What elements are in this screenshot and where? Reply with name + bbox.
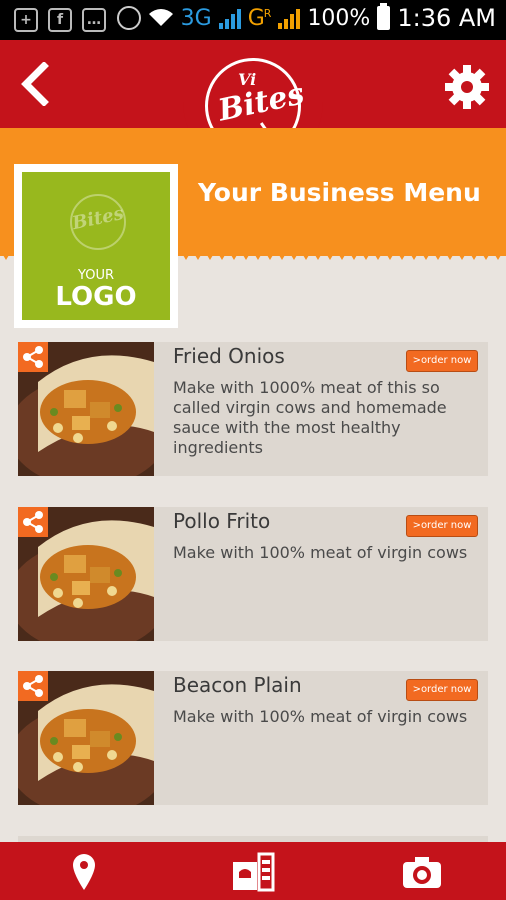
order-now-button[interactable]: >order now [406,350,478,372]
menu-item[interactable]: Pollo Frito Make with 100% meat of virgi… [18,507,488,641]
item-description: Make with 100% meat of virgin cows [173,543,468,562]
signal-bars-icon [218,7,241,29]
add-notification-icon: + [14,8,38,32]
status-bar: + f … 3G G R 100% 1:36 AM [0,0,506,40]
menu-item[interactable]: Beacon Plain Make with 100% meat of virg… [18,671,488,805]
battery-icon [377,3,391,30]
gear-icon[interactable] [444,64,490,110]
share-icon[interactable] [18,671,48,701]
signal-bars-2-icon [278,7,301,29]
app-logo-bites: Bites [215,76,308,129]
order-now-button[interactable]: >order now [406,515,478,537]
location-pin-icon[interactable] [62,850,106,894]
clock: 1:36 AM [397,4,496,32]
system-indicators: 3G G R 100% 1:36 AM [116,3,496,32]
share-icon[interactable] [18,342,48,372]
network-type-label: 3G [180,5,212,31]
share-icon[interactable] [18,507,48,537]
item-title: Pollo Frito [173,509,271,533]
logo-logo-label: LOGO [55,282,137,312]
business-logo-card: Bites YOUR LOGO [14,164,178,328]
battery-percent: 100% [307,5,371,31]
business-logo-placeholder: Bites YOUR LOGO [22,172,170,320]
facebook-icon: f [48,8,72,32]
message-icon: … [82,8,106,32]
alarm-icon [116,6,141,30]
logo-your-label: YOUR [77,268,114,283]
menu-book-icon[interactable] [231,850,275,894]
roaming-label: R [263,6,272,20]
network-type-label-2: G [247,5,265,31]
back-arrow-icon[interactable] [16,62,56,106]
menu-item[interactable]: Fried Onios Make with 1000% meat of this… [18,342,488,476]
notification-icons: + f … [14,8,106,32]
business-menu-title: Your Business Menu [198,178,481,207]
wifi-icon [148,9,173,26]
bottom-nav [0,842,506,900]
item-title: Fried Onios [173,344,285,368]
order-now-button[interactable]: >order now [406,679,478,701]
item-description: Make with 100% meat of virgin cows [173,707,468,726]
camera-icon[interactable] [400,850,444,894]
item-title: Beacon Plain [173,673,302,697]
item-description: Make with 1000% meat of this so called v… [173,378,447,457]
